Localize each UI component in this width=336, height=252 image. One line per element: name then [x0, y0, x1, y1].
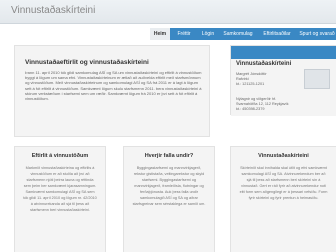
- intro-panel: Vinnustaðaeftirlit og vinnustaðaskírtein…: [14, 45, 210, 137]
- column-title: Vinnustaðaskírteini: [258, 153, 309, 159]
- sidebar-title: Vinnustaðaskírteini: [236, 61, 292, 67]
- company-id: kt.: 450398-2379: [236, 107, 265, 111]
- nav-item-eftirlitsadilar[interactable]: Eftirlitsaðilar: [256, 28, 298, 40]
- column-text: Markmið vinnustaðaskírteina og eftirlits…: [23, 166, 97, 212]
- sidebar-card-panel: Vinnustaðaskírteini Margrét Jónsdóttir R…: [230, 45, 336, 116]
- card-id: kt.: 121125-1201: [236, 82, 265, 86]
- column-vinnustadaskirteini: Vinnustaðaskírteini Skírteinið skal inni…: [230, 146, 336, 252]
- nav-item-login[interactable]: Lögin: [196, 28, 220, 40]
- main-nav: Heim Fréttir Lögin Samkomulag Eftirlitsa…: [150, 28, 336, 40]
- sidebar-header-bar: [231, 46, 336, 59]
- company-name: Nýlagnir og viðgerðir hf.: [236, 97, 277, 101]
- column-eftirlit: Eftirlit á vinnustöðum Markmið vinnustað…: [14, 146, 106, 252]
- nav-item-frettir[interactable]: Fréttir: [172, 28, 196, 40]
- top-bar: Vinnustaðaskírteini: [0, 0, 336, 24]
- column-title: Hverjir falla undir?: [144, 153, 194, 159]
- column-hverjir: Hverjir falla undir? Byggingastarfsemi o…: [123, 146, 215, 252]
- card-occupation: Rafvirki: [236, 77, 249, 81]
- column-title: Eftirlit á vinnustöðum: [31, 153, 89, 159]
- site-title[interactable]: Vinnustaðaskírteini: [11, 5, 95, 16]
- column-text: Byggingastarfsemi og mannvirkjagerð, rek…: [132, 166, 206, 206]
- intro-title: Vinnustaðaeftirlit og vinnustaðaskírtein…: [25, 59, 149, 66]
- card-photo-placeholder: [304, 69, 330, 89]
- nav-item-spurt-og-svarad[interactable]: Spurt og svarað: [298, 28, 336, 40]
- nav-item-samkomulag[interactable]: Samkomulag: [220, 28, 256, 40]
- company-address: Svarnahöfða 12, 112 Reykjavík: [236, 102, 289, 106]
- nav-item-heim[interactable]: Heim: [150, 28, 170, 40]
- intro-text: Þann 11. apríl 2010 tók gildi samkomulag…: [25, 70, 202, 102]
- column-text: Skírteinið skal innihalda skal útlit og …: [239, 166, 328, 200]
- card-name: Margrét Jónsdóttir: [236, 72, 267, 76]
